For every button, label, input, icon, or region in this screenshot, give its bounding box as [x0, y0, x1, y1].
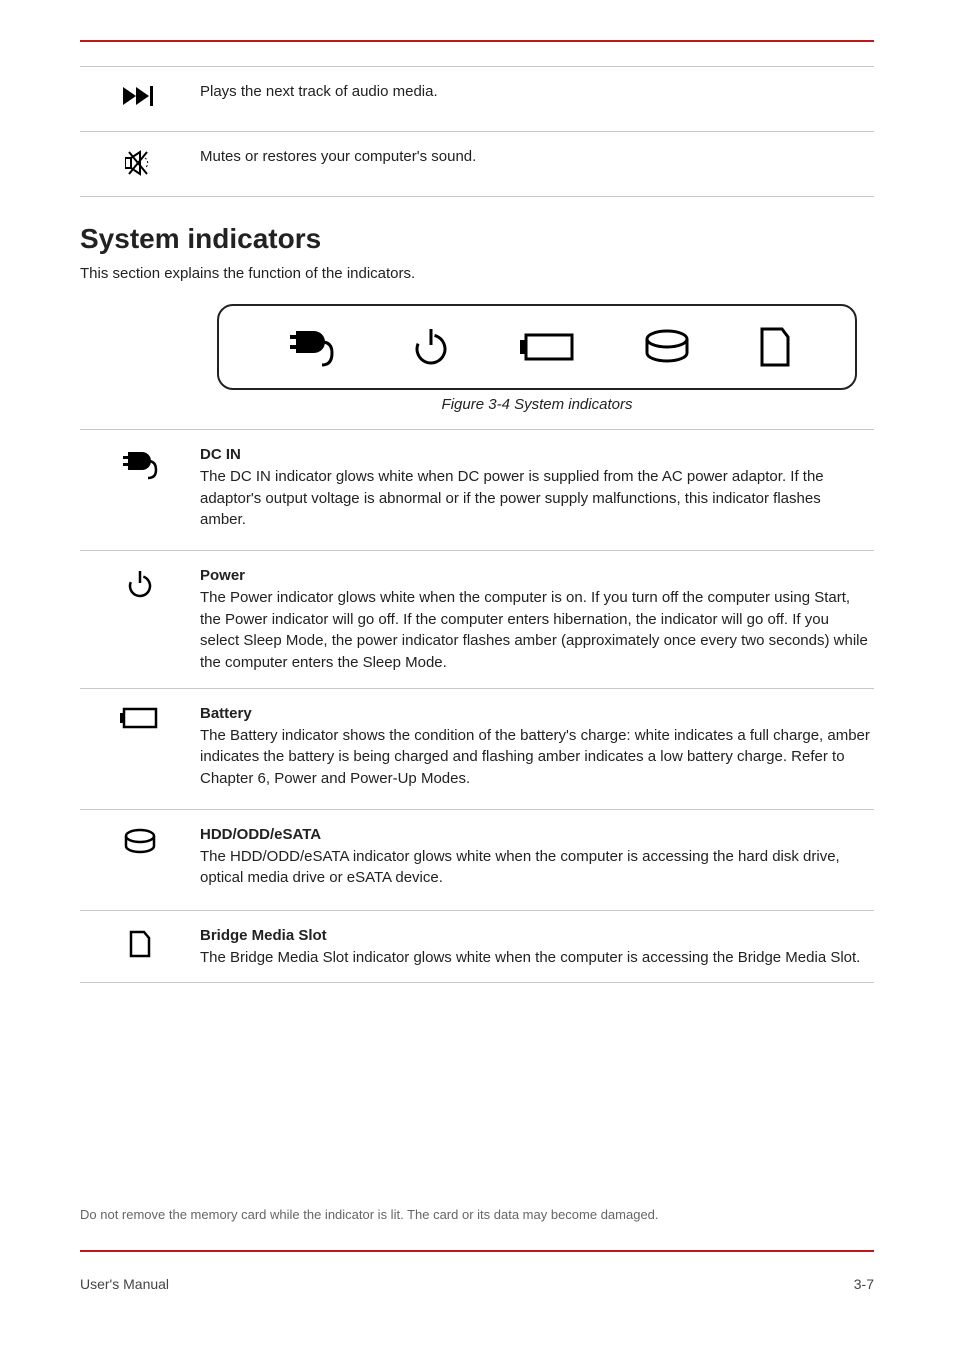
next-track-icon [80, 67, 200, 131]
indicator-card: Bridge Media Slot The Bridge Media Slot … [200, 911, 874, 983]
warning-text: Do not remove the memory card while the … [80, 1207, 874, 1222]
indicator-dc-in-body: The DC IN indicator glows white when DC … [200, 466, 870, 531]
indicator-disk-title: HDD/ODD/eSATA [200, 826, 321, 843]
hotkey-mute-text: Mutes or restores your computer's sound. [200, 132, 874, 182]
card-icon [80, 911, 200, 975]
indicator-battery-title: Battery [200, 705, 252, 722]
mute-icon [80, 132, 200, 196]
plug-icon [80, 430, 200, 494]
indicator-dc-in: DC IN The DC IN indicator glows white wh… [200, 430, 874, 550]
indicator-battery: Battery The Battery indicator shows the … [200, 689, 874, 809]
footer-right: 3-7 [854, 1276, 874, 1292]
indicator-dc-in-title: DC IN [200, 446, 241, 463]
indicator-power-title: Power [200, 567, 245, 584]
indicator-power-body: The Power indicator glows white when the… [200, 587, 870, 674]
footer-left: User's Manual [80, 1276, 169, 1292]
indicator-disk: HDD/ODD/eSATA The HDD/ODD/eSATA indicato… [200, 810, 874, 910]
power-icon [80, 551, 200, 615]
hotkey-next-text: Plays the next track of audio media. [200, 67, 874, 117]
indicator-disk-body: The HDD/ODD/eSATA indicator glows white … [200, 846, 870, 890]
disk-icon [80, 810, 200, 874]
figure-caption: Figure 3-4 System indicators [200, 396, 874, 413]
indicator-figure [217, 304, 857, 390]
indicator-card-title: Bridge Media Slot [200, 927, 327, 944]
indicator-card-body: The Bridge Media Slot indicator glows wh… [200, 947, 870, 969]
indicator-power: Power The Power indicator glows white wh… [200, 551, 874, 688]
section-title: System indicators [80, 223, 874, 255]
battery-icon [80, 689, 200, 753]
section-subtitle: This section explains the function of th… [80, 265, 874, 282]
indicator-battery-body: The Battery indicator shows the conditio… [200, 725, 870, 790]
